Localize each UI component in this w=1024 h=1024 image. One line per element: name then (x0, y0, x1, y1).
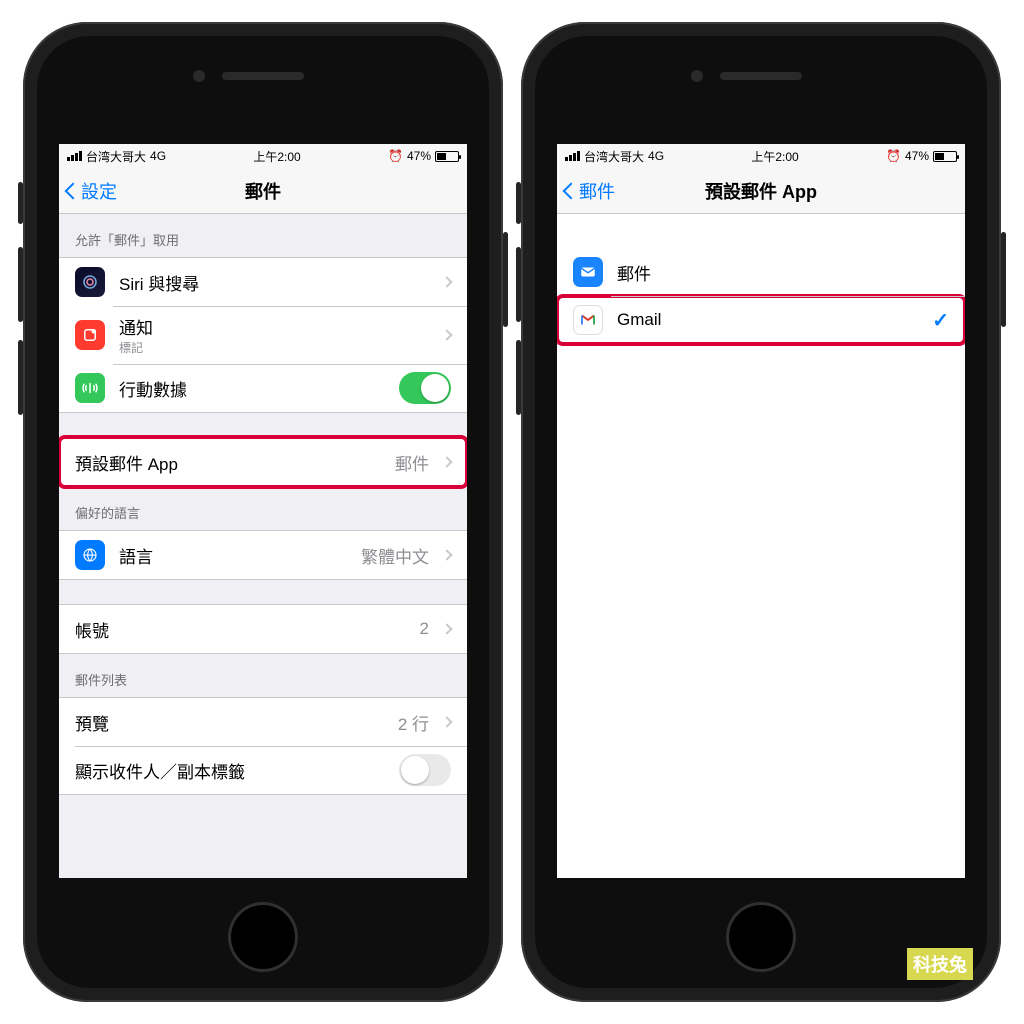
chevron-right-icon (441, 329, 452, 340)
gmail-app-icon (573, 305, 603, 335)
chevron-right-icon (441, 623, 452, 634)
phone-frame-left: 台湾大哥大 4G 上午2:00 ⏰ 47% 設定 郵件 允許「郵件」取用 (23, 22, 503, 1002)
row-accounts[interactable]: 帳號 2 (59, 605, 467, 653)
back-button[interactable]: 郵件 (565, 168, 615, 213)
siri-icon (75, 267, 105, 297)
option-mail[interactable]: 郵件 (557, 248, 965, 296)
preview-value: 2 行 (398, 710, 429, 735)
status-time: 上午2:00 (253, 148, 300, 165)
status-time: 上午2:00 (751, 148, 798, 165)
home-button[interactable] (726, 902, 796, 972)
phone-frame-right: 台湾大哥大 4G 上午2:00 ⏰ 47% 郵件 預設郵件 App (521, 22, 1001, 1002)
nav-bar: 郵件 預設郵件 App (557, 168, 965, 214)
default-mail-app-value: 郵件 (395, 450, 429, 475)
language-icon (75, 540, 105, 570)
network-label: 4G (648, 149, 664, 163)
option-gmail[interactable]: Gmail ✓ (557, 296, 965, 344)
signal-icon (565, 151, 580, 161)
notifications-sublabel: 標記 (119, 339, 429, 356)
option-gmail-label: Gmail (617, 310, 918, 330)
show-cc-label: 顯示收件人／副本標籤 (75, 758, 385, 783)
alarm-icon: ⏰ (886, 149, 901, 163)
status-bar: 台湾大哥大 4G 上午2:00 ⏰ 47% (557, 144, 965, 168)
default-mail-app-label: 預設郵件 App (75, 450, 381, 475)
battery-pct: 47% (407, 149, 431, 163)
checkmark-icon: ✓ (932, 308, 949, 333)
watermark: 科技兔 (907, 948, 973, 980)
row-cellular[interactable]: 行動數據 (59, 364, 467, 412)
row-notifications[interactable]: 通知 標記 (59, 306, 467, 364)
screen-default-mail-app: 台湾大哥大 4G 上午2:00 ⏰ 47% 郵件 預設郵件 App (557, 144, 965, 878)
back-label: 郵件 (579, 178, 615, 204)
status-bar: 台湾大哥大 4G 上午2:00 ⏰ 47% (59, 144, 467, 168)
row-default-mail-app[interactable]: 預設郵件 App 郵件 (59, 438, 467, 486)
page-title: 預設郵件 App (705, 178, 817, 204)
language-label: 語言 (119, 543, 347, 568)
section-pref-header: 偏好的語言 (59, 487, 467, 530)
back-label: 設定 (81, 178, 117, 204)
row-preview[interactable]: 預覽 2 行 (59, 698, 467, 746)
cellular-label: 行動數據 (119, 376, 385, 401)
show-cc-toggle[interactable] (399, 754, 451, 786)
cellular-toggle[interactable] (399, 372, 451, 404)
row-language[interactable]: 語言 繁體中文 (59, 531, 467, 579)
accounts-label: 帳號 (75, 617, 406, 642)
siri-label: Siri 與搜尋 (119, 270, 429, 295)
row-show-cc[interactable]: 顯示收件人／副本標籤 (59, 746, 467, 794)
chevron-left-icon (65, 182, 82, 199)
chevron-right-icon (441, 276, 452, 287)
section-list-header: 郵件列表 (59, 654, 467, 697)
battery-icon (933, 151, 957, 162)
page-title: 郵件 (245, 178, 281, 204)
screen-mail-settings: 台湾大哥大 4G 上午2:00 ⏰ 47% 設定 郵件 允許「郵件」取用 (59, 144, 467, 878)
accounts-value: 2 (420, 619, 429, 639)
mail-app-icon (573, 257, 603, 287)
option-mail-label: 郵件 (617, 260, 949, 285)
chevron-right-icon (441, 549, 452, 560)
network-label: 4G (150, 149, 166, 163)
signal-icon (67, 151, 82, 161)
section-allow-header: 允許「郵件」取用 (59, 214, 467, 257)
alarm-icon: ⏰ (388, 149, 403, 163)
row-siri[interactable]: Siri 與搜尋 (59, 258, 467, 306)
notifications-label: 通知 (119, 314, 429, 339)
chevron-left-icon (563, 182, 580, 199)
preview-label: 預覽 (75, 710, 384, 735)
notifications-icon (75, 320, 105, 350)
back-button[interactable]: 設定 (67, 168, 117, 213)
chevron-right-icon (441, 456, 452, 467)
battery-pct: 47% (905, 149, 929, 163)
chevron-right-icon (441, 716, 452, 727)
language-value: 繁體中文 (361, 543, 429, 568)
carrier-label: 台湾大哥大 (584, 148, 644, 165)
carrier-label: 台湾大哥大 (86, 148, 146, 165)
nav-bar: 設定 郵件 (59, 168, 467, 214)
cellular-icon (75, 373, 105, 403)
battery-icon (435, 151, 459, 162)
home-button[interactable] (228, 902, 298, 972)
